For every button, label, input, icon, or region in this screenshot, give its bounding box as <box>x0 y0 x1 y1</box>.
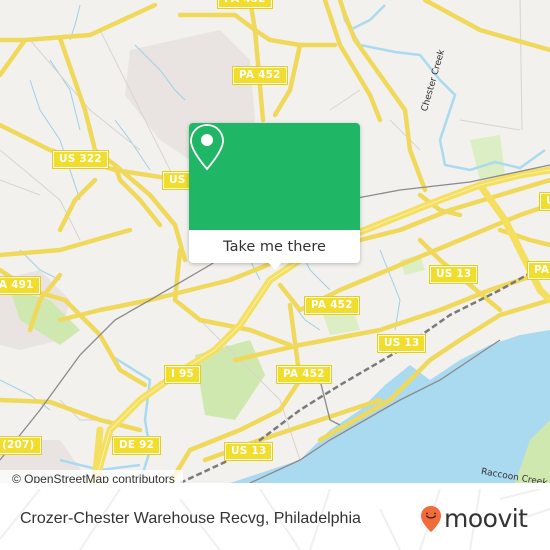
route-shield: PA 452 <box>304 296 360 315</box>
road <box>57 177 98 233</box>
route-shield: US 13 <box>376 334 427 353</box>
location-popup: Take me there <box>189 123 360 270</box>
moovit-logo[interactable]: moovit <box>420 504 528 534</box>
minor-road <box>519 0 523 131</box>
popup-header <box>189 123 360 230</box>
route-shield: I 95 <box>164 365 201 384</box>
route-shield: US 322 <box>52 150 109 169</box>
road <box>0 227 133 258</box>
stream <box>114 119 151 171</box>
moovit-pin-icon <box>421 506 441 532</box>
chester-creek <box>338 0 546 172</box>
popup-pointer <box>267 261 283 270</box>
footer: Crozer-Chester Warehouse Recvg, Philadel… <box>0 489 550 550</box>
minor-road <box>459 119 521 131</box>
place-title: Crozer-Chester Warehouse Recvg, Philadel… <box>20 510 361 527</box>
minor-road <box>329 89 361 111</box>
route-shield: (207) <box>0 436 42 455</box>
route-shield: US 13 <box>538 192 550 211</box>
map[interactable]: PA 452 US 322 US 3 PA 491 PA 452 US 13 P… <box>0 0 550 483</box>
road <box>0 2 158 43</box>
park-area <box>470 135 505 180</box>
route-shield: DE 92 <box>111 436 162 455</box>
creek <box>349 4 386 32</box>
route-shield: PA 452 <box>217 0 273 9</box>
route-shield: PA 452 <box>527 261 550 280</box>
river <box>230 330 550 483</box>
road <box>422 0 550 53</box>
minor-road <box>29 39 141 151</box>
route-shield: US 13 <box>223 442 274 461</box>
take-me-there-button[interactable]: Take me there <box>189 230 360 263</box>
minor-road <box>0 179 41 196</box>
road <box>0 37 28 78</box>
route-shield: PA 452 <box>276 365 332 384</box>
moovit-wordmark: moovit <box>444 504 528 533</box>
map-pin-icon <box>190 124 224 171</box>
route-shield: PA 452 <box>232 66 288 85</box>
stream <box>379 249 401 331</box>
route-shield: US 13 <box>428 265 479 284</box>
stream <box>49 59 81 131</box>
route-shield: PA 491 <box>0 276 41 295</box>
map-attribution[interactable]: © OpenStreetMap contributors <box>0 470 183 483</box>
